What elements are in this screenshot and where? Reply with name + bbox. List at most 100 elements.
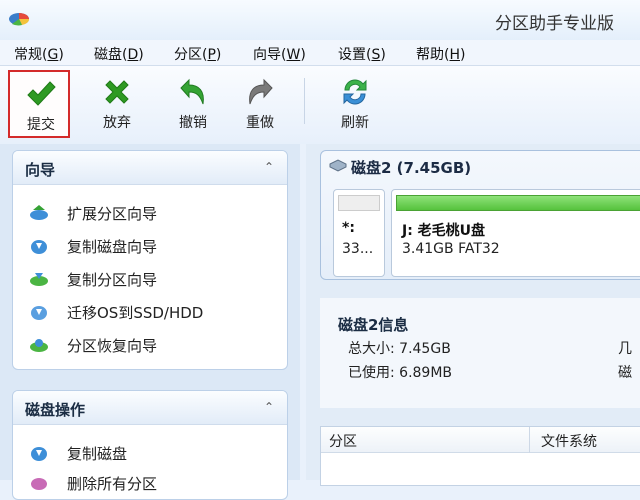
disk-title: 磁盘2 (7.45GB) xyxy=(351,159,472,177)
left-sidebar: 向导 ⌃ 扩展分区向导 复制磁盘向导 复制分区向导 迁移OS到SSD/HDD 分… xyxy=(0,144,300,500)
green-check-icon xyxy=(27,81,56,106)
undo-arrow-icon xyxy=(180,78,204,105)
disk-op-label: 删除所有分区 xyxy=(67,475,158,493)
disk-total-value: 7.45GB xyxy=(399,341,451,357)
partition-usage-bar xyxy=(338,195,380,211)
column-header-partition[interactable]: 分区 xyxy=(329,431,357,451)
menu-partition[interactable]: 分区(P) xyxy=(174,44,221,64)
menu-wizard-label: 向导( xyxy=(253,47,287,63)
title-bar: 分区助手专业版 xyxy=(0,0,640,40)
disk-total-row: 总大小: 7.45GB xyxy=(348,338,451,358)
chevron-up-icon[interactable]: ⌃ xyxy=(261,399,277,415)
menu-help-tail: ) xyxy=(460,47,466,63)
wizard-item-copy-disk[interactable]: 复制磁盘向导 xyxy=(29,234,279,258)
column-divider[interactable] xyxy=(529,427,530,453)
menu-disk[interactable]: 磁盘(D) xyxy=(94,44,144,64)
menu-help[interactable]: 帮助(H) xyxy=(416,44,465,64)
delete-partitions-icon xyxy=(31,478,47,490)
menu-help-label: 帮助( xyxy=(416,47,450,63)
partition-app-icon xyxy=(9,13,30,26)
wizard-panel: 向导 ⌃ 扩展分区向导 复制磁盘向导 复制分区向导 迁移OS到SSD/HDD 分… xyxy=(12,150,288,370)
migrate-os-icon xyxy=(31,306,47,320)
menu-settings-label: 设置( xyxy=(338,47,372,63)
wizard-panel-title: 向导 xyxy=(25,161,56,179)
wizard-item-label: 迁移OS到SSD/HDD xyxy=(67,304,204,322)
hard-disk-icon xyxy=(329,159,347,172)
redo-label: 重做 xyxy=(246,115,274,131)
redo-arrow-icon xyxy=(249,78,273,105)
wizard-item-label: 扩展分区向导 xyxy=(67,205,158,223)
disk-info-truncated-1: 几 xyxy=(618,341,632,357)
partition-table: 分区 文件系统 xyxy=(320,426,640,486)
undo-label: 撤销 xyxy=(179,115,207,131)
wizard-item-label: 复制分区向导 xyxy=(67,271,158,289)
chevron-up-icon[interactable]: ⌃ xyxy=(261,159,277,175)
copy-disk-icon xyxy=(31,447,47,461)
copy-partition-icon xyxy=(30,273,48,286)
disk-used-value: 6.89MB xyxy=(399,365,453,381)
column-header-filesystem[interactable]: 文件系统 xyxy=(541,431,597,451)
partition-block[interactable]: J: 老毛桃U盘 3.41GB FAT32 xyxy=(391,189,640,277)
disk-op-copy-disk[interactable]: 复制磁盘 xyxy=(29,441,279,465)
menu-settings-tail: ) xyxy=(380,47,386,63)
redo-button[interactable]: 重做 xyxy=(229,70,291,138)
disk-info-truncated-2: 磁 xyxy=(618,365,632,381)
disk-info-title: 磁盘2信息 xyxy=(338,316,409,334)
disk-ops-panel-title: 磁盘操作 xyxy=(25,401,86,419)
partition-usage-bar xyxy=(396,195,640,211)
discard-label: 放弃 xyxy=(103,115,131,131)
toolbar-separator xyxy=(304,78,305,124)
menu-help-key: H xyxy=(449,47,460,63)
partition-block[interactable]: *: 33... xyxy=(333,189,385,277)
table-header: 分区 文件系统 xyxy=(321,427,640,453)
refresh-icon xyxy=(343,79,367,105)
extend-partition-icon xyxy=(30,205,48,220)
menu-settings[interactable]: 设置(S) xyxy=(338,44,386,64)
refresh-label: 刷新 xyxy=(341,115,369,131)
menu-general[interactable]: 常规(G) xyxy=(14,44,64,64)
wizard-item-recovery[interactable]: 分区恢复向导 xyxy=(29,333,279,357)
disk-op-label: 复制磁盘 xyxy=(67,445,128,463)
discard-button[interactable]: 放弃 xyxy=(86,70,148,138)
menu-disk-key: D xyxy=(127,47,139,63)
disk-ops-panel-header[interactable]: 磁盘操作 ⌃ xyxy=(13,391,287,425)
copy-disk-icon xyxy=(31,240,47,254)
disk-total-label: 总大小: xyxy=(348,341,395,357)
menu-partition-key: P xyxy=(207,47,216,63)
wizard-item-label: 复制磁盘向导 xyxy=(67,238,158,256)
disk-used-label: 已使用: xyxy=(348,365,395,381)
menu-partition-tail: ) xyxy=(215,47,222,63)
partition-name: J: 老毛桃U盘 xyxy=(402,223,486,239)
disk-card[interactable]: 磁盘2 (7.45GB) *: 33... J: 老毛桃U盘 3.41GB FA… xyxy=(320,150,640,280)
partition-name: *: xyxy=(342,220,355,236)
wizard-panel-header[interactable]: 向导 ⌃ xyxy=(13,151,287,185)
commit-label: 提交 xyxy=(27,117,55,133)
menu-partition-label: 分区( xyxy=(174,47,208,63)
menu-wizard[interactable]: 向导(W) xyxy=(253,44,306,64)
green-x-icon xyxy=(105,80,129,104)
commit-button[interactable]: 提交 xyxy=(8,70,70,138)
undo-button[interactable]: 撤销 xyxy=(162,70,224,138)
partition-info: 33... xyxy=(342,241,374,257)
menu-general-label: 常规( xyxy=(14,47,48,63)
partition-info: 3.41GB FAT32 xyxy=(402,241,500,257)
main-area: 磁盘2 (7.45GB) *: 33... J: 老毛桃U盘 3.41GB FA… xyxy=(306,144,640,486)
partition-recovery-icon xyxy=(30,339,48,352)
wizard-item-migrate-os[interactable]: 迁移OS到SSD/HDD xyxy=(29,300,279,324)
menu-general-tail: ) xyxy=(58,47,64,63)
wizard-item-label: 分区恢复向导 xyxy=(67,337,158,355)
table-row[interactable] xyxy=(321,455,640,475)
menu-wizard-key: W xyxy=(286,47,301,63)
menu-wizard-tail: ) xyxy=(300,47,306,63)
refresh-button[interactable]: 刷新 xyxy=(324,70,386,138)
menu-general-key: G xyxy=(47,47,59,63)
disk-ops-panel: 磁盘操作 ⌃ 复制磁盘 删除所有分区 xyxy=(12,390,288,500)
menu-disk-tail: ) xyxy=(138,47,144,63)
toolbar: 提交 放弃 撤销 重做 刷新 xyxy=(0,66,640,144)
window-title: 分区助手专业版 xyxy=(495,14,614,34)
menu-bar: 常规(G) 磁盘(D) 分区(P) 向导(W) 设置(S) 帮助(H) xyxy=(0,40,640,66)
wizard-item-copy-partition[interactable]: 复制分区向导 xyxy=(29,267,279,291)
disk-op-delete-partitions[interactable]: 删除所有分区 xyxy=(29,471,279,495)
menu-disk-label: 磁盘( xyxy=(94,47,128,63)
wizard-item-extend[interactable]: 扩展分区向导 xyxy=(29,201,279,225)
